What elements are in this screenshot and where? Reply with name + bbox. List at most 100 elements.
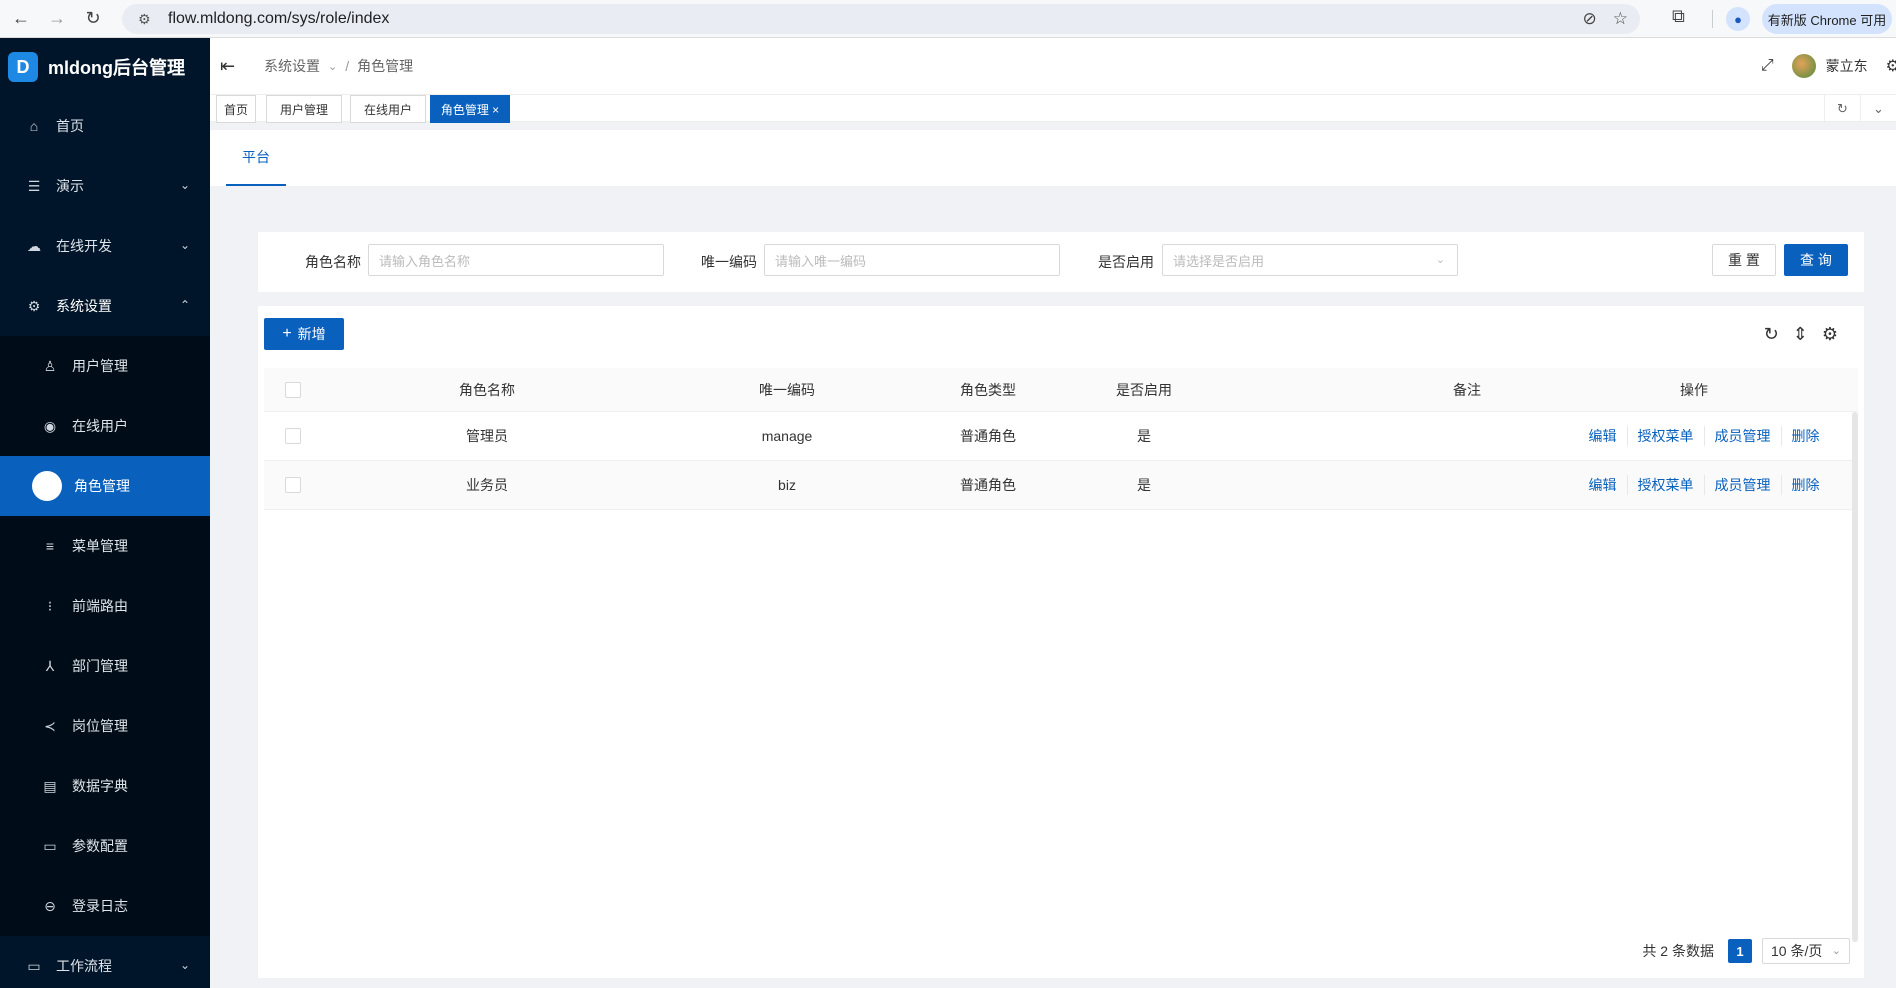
app-title: mldong后台管理 xyxy=(48,58,185,78)
chevron-up-icon: ⌃ xyxy=(179,298,190,312)
row-select-cell xyxy=(264,412,322,460)
column-header-enabled[interactable]: 是否启用 xyxy=(1074,368,1214,411)
sidebar-item-user-management[interactable]: ♙ 用户管理 xyxy=(0,336,210,396)
chevron-down-icon: ⌄ xyxy=(179,238,190,252)
cloud-icon: ☁ xyxy=(27,237,41,254)
sidebar-item-login-log[interactable]: ⊖ 登录日志 xyxy=(0,876,210,936)
column-header-role-name[interactable]: 角色名称 xyxy=(322,368,652,411)
sidebar-item-system-settings[interactable]: ⚙ 系统设置 ⌃ xyxy=(0,276,210,336)
username[interactable]: 蒙立东 xyxy=(1826,56,1868,76)
role-code-label: 唯一编码 xyxy=(701,254,757,270)
cell-remark xyxy=(1360,461,1574,509)
tab-role-management[interactable]: 角色管理 × xyxy=(430,95,510,123)
chevron-down-icon: ⌄ xyxy=(1831,945,1841,957)
sidebar-item-demo[interactable]: ☰ 演示 ⌄ xyxy=(0,156,210,216)
column-height-icon[interactable]: ⇕ xyxy=(1793,324,1808,345)
profile-icon[interactable]: ● xyxy=(1726,7,1750,31)
select-all-cell xyxy=(264,368,322,411)
column-header-role-type[interactable]: 角色类型 xyxy=(918,368,1058,411)
edit-link[interactable]: 编辑 xyxy=(1579,475,1627,495)
address-bar[interactable]: ⚙ flow.mldong.com/sys/role/index ⊘ ☆ xyxy=(122,4,1640,34)
tab-online-users[interactable]: 在线用户 xyxy=(350,95,426,123)
table-toolbar: ↻ ⇕ ⚙ xyxy=(1764,324,1838,345)
breadcrumb-separator: / xyxy=(345,58,350,74)
tab-user-management[interactable]: 用户管理 xyxy=(266,95,342,123)
enabled-select[interactable]: 请选择是否启用 ⌄ xyxy=(1162,244,1458,276)
authorize-menu-link[interactable]: 授权菜单 xyxy=(1626,426,1704,446)
eye-icon: ◉ xyxy=(43,417,57,434)
sidebar-item-menu-management[interactable]: ≡ 菜单管理 xyxy=(0,516,210,576)
top-header: ⇤ 系统设置 ⌄ / 角色管理 ⤢ 蒙立东 ⚙ xyxy=(210,38,1896,94)
pagination: 共 2 条数据 1 10 条/页 ⌄ xyxy=(1642,938,1850,964)
menu-icon: ≡ xyxy=(45,538,55,554)
plus-icon: + xyxy=(282,325,292,342)
star-icon[interactable]: ☆ xyxy=(1613,9,1628,29)
sidebar-item-home[interactable]: ⌂ 首页 xyxy=(0,96,210,156)
table-row[interactable]: 管理员 manage 普通角色 是 编辑 授权菜单 成员管理 删除 xyxy=(264,412,1858,461)
enabled-select-placeholder: 请选择是否启用 xyxy=(1173,253,1265,269)
eye-off-icon[interactable]: ⊘ xyxy=(1583,9,1597,29)
reset-button[interactable]: 重 置 xyxy=(1712,244,1776,276)
reload-icon[interactable]: ↻ xyxy=(78,4,108,34)
table-row[interactable]: 业务员 biz 普通角色 是 编辑 授权菜单 成员管理 删除 xyxy=(264,461,1858,510)
refresh-icon[interactable]: ↻ xyxy=(1824,95,1860,123)
sidebar-item-post-management[interactable]: ≺ 岗位管理 xyxy=(0,696,210,756)
delete-link[interactable]: 删除 xyxy=(1780,475,1830,495)
settings-icon[interactable]: ⚙ xyxy=(1822,324,1838,345)
page-size-select[interactable]: 10 条/页 ⌄ xyxy=(1762,938,1850,964)
app-logo[interactable]: D mldong后台管理 xyxy=(0,38,210,96)
fullscreen-icon[interactable]: ⤢ xyxy=(1761,57,1774,75)
forward-icon[interactable]: → xyxy=(42,4,72,34)
cell-actions: 编辑 授权菜单 成员管理 删除 xyxy=(1564,461,1844,509)
page-1-button[interactable]: 1 xyxy=(1728,939,1752,963)
breadcrumb-item-system-settings[interactable]: 系统设置 xyxy=(264,56,320,76)
cell-role-type: 普通角色 xyxy=(960,428,1016,444)
sidebar-item-role-management[interactable]: 角色管理 xyxy=(0,456,210,516)
role-name-input[interactable]: 请输入角色名称 xyxy=(368,244,664,276)
select-all-checkbox[interactable] xyxy=(285,381,301,398)
chevron-down-icon[interactable]: ⌄ xyxy=(1860,95,1896,123)
add-button-label: 新增 xyxy=(297,326,326,342)
cell-actions: 编辑 授权菜单 成员管理 删除 xyxy=(1564,412,1844,460)
back-icon[interactable]: ← xyxy=(6,4,36,34)
authorize-menu-link[interactable]: 授权菜单 xyxy=(1626,475,1704,495)
tab-home[interactable]: 首页 xyxy=(216,95,256,123)
member-management-link[interactable]: 成员管理 xyxy=(1703,475,1781,495)
add-role-button[interactable]: + 新增 xyxy=(264,318,344,350)
sidebar-item-online-users[interactable]: ◉ 在线用户 xyxy=(0,396,210,456)
member-management-link[interactable]: 成员管理 xyxy=(1703,426,1781,446)
sidebar-item-label: 系统设置 xyxy=(56,298,112,314)
chrome-update-button[interactable]: 有新版 Chrome 可用 xyxy=(1762,4,1892,34)
sidebar-item-param-config[interactable]: ▭ 参数配置 xyxy=(0,816,210,876)
table-scrollbar[interactable] xyxy=(1852,412,1858,942)
sidebar-item-department-management[interactable]: ⅄ 部门管理 xyxy=(0,636,210,696)
cell-role-code: biz xyxy=(778,477,796,493)
sidebar-item-frontend-routes[interactable]: ⁝ 前端路由 xyxy=(0,576,210,636)
sidebar-item-data-dictionary[interactable]: ▤ 数据字典 xyxy=(0,756,210,816)
role-code-input[interactable]: 请输入唯一编码 xyxy=(764,244,1060,276)
chevron-down-icon: ⌄ xyxy=(179,178,190,192)
row-select-cell xyxy=(264,461,322,509)
tab-platform[interactable]: 平台 xyxy=(226,130,286,186)
settings-icon[interactable]: ⚙ xyxy=(1886,56,1896,76)
sidebar-item-workflow[interactable]: ▭ 工作流程 ⌄ xyxy=(0,936,210,988)
column-header-actions: 操作 xyxy=(1680,381,1708,398)
page-size-value: 10 条/页 xyxy=(1771,943,1823,959)
cell-role-name: 管理员 xyxy=(466,428,508,444)
site-info-icon[interactable]: ⚙ xyxy=(138,11,158,28)
column-header-remark[interactable]: 备注 xyxy=(1360,368,1574,411)
row-checkbox[interactable] xyxy=(285,477,301,493)
sidebar-item-label: 用户管理 xyxy=(72,358,128,374)
refresh-icon[interactable]: ↻ xyxy=(1764,324,1779,345)
avatar[interactable] xyxy=(1791,54,1816,78)
row-checkbox[interactable] xyxy=(285,428,301,444)
sidebar-item-label: 岗位管理 xyxy=(72,718,128,734)
query-button[interactable]: 查 询 xyxy=(1784,244,1848,276)
extensions-icon[interactable]: ⧉ xyxy=(1672,6,1685,27)
menu-fold-icon[interactable]: ⇤ xyxy=(220,56,250,77)
sidebar-item-label: 登录日志 xyxy=(72,898,128,914)
delete-link[interactable]: 删除 xyxy=(1780,426,1830,446)
edit-link[interactable]: 编辑 xyxy=(1579,426,1627,446)
column-header-role-code[interactable]: 唯一编码 xyxy=(652,368,922,411)
sidebar-item-online-dev[interactable]: ☁ 在线开发 ⌄ xyxy=(0,216,210,276)
